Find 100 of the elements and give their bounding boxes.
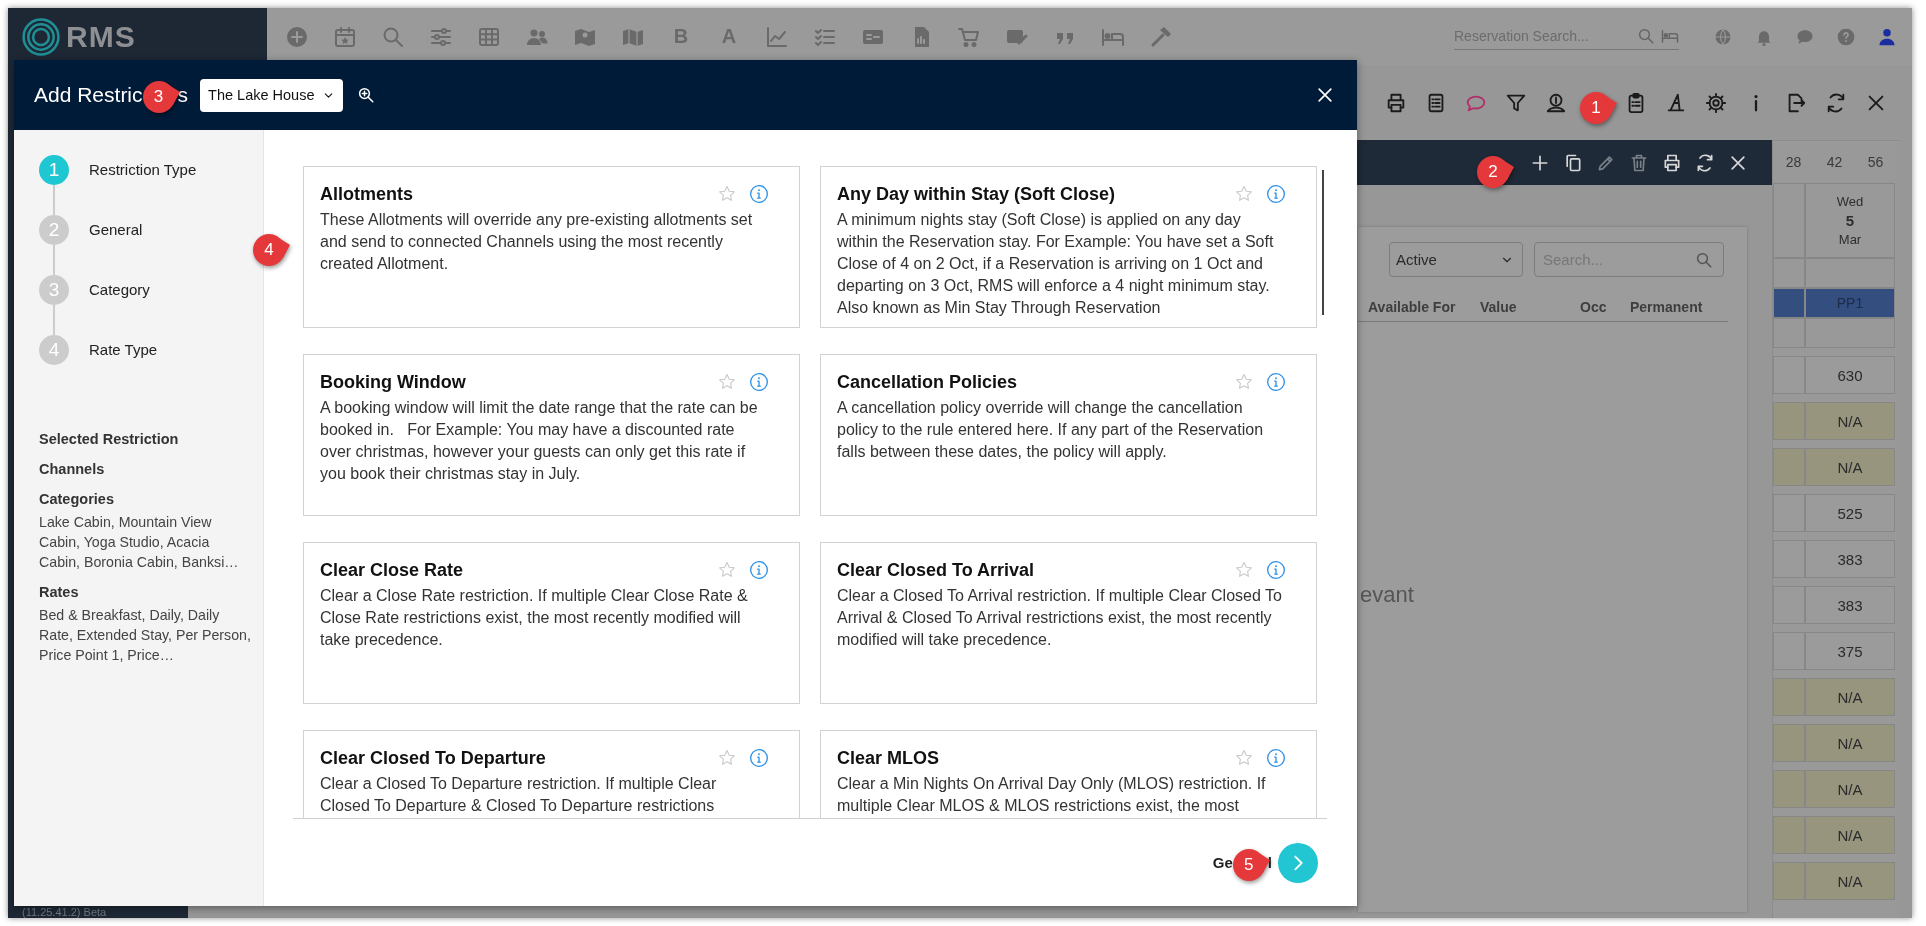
restriction-card[interactable]: Clear Closed To Departure Clear a Closed To Departure restriction. If multiple Clear Closed To Departure & Closed To Departure restrictions (303, 730, 800, 818)
globe-icon[interactable] (1713, 26, 1733, 47)
card-title: Any Day within Stay (Soft Close) (837, 183, 1117, 205)
user-icon[interactable] (1877, 26, 1897, 47)
copy-icon[interactable] (1563, 152, 1583, 173)
card-description: A booking window will limit the date range that the rate can be booked in. For Example: You may have a discounted rate over christmas, however your guests can only get this rate if you book their christmas stay in July. (320, 398, 759, 484)
calendar-cell[interactable]: 525 (1805, 494, 1895, 532)
close-icon[interactable] (1315, 85, 1335, 105)
calendar-cell[interactable]: 383 (1805, 586, 1895, 624)
summary-heading: Selected Restriction (39, 430, 180, 449)
card-description: A cancellation policy override will change the cancellation policy to the rule entered here. If any part of the Reservation falls between these dates, the policy will apply. (837, 398, 1265, 462)
search-icon[interactable] (1637, 27, 1655, 45)
summary-text: Bed & Breakfast, Daily, Daily Rate, Extended Stay, Per Person, Price Point 1, Price… (39, 606, 252, 665)
card-description: Clear a Close Rate restriction. If multiple Clear Close Rate & Close Rate restrictions exist, the most recently modified will take precedence. (320, 586, 749, 650)
card-title: Clear MLOS (837, 747, 941, 769)
column-header: Available For (1368, 299, 1457, 315)
bed-icon[interactable] (1661, 27, 1679, 45)
next-button[interactable] (1278, 842, 1318, 883)
star-icon[interactable] (1234, 184, 1254, 204)
calendar-cell[interactable]: N/A (1805, 724, 1895, 762)
zoom-in-icon[interactable] (357, 86, 376, 104)
info-icon[interactable] (749, 748, 769, 768)
sail-icon[interactable] (1665, 91, 1687, 114)
info-icon[interactable] (749, 560, 769, 580)
card-description: Clear a Closed To Departure restriction. If multiple Clear Closed To Departure & Closed To Departure restrictions (320, 774, 718, 816)
info-icon[interactable] (1266, 184, 1286, 204)
hammer-icon[interactable] (1149, 24, 1173, 49)
print-icon[interactable] (1385, 91, 1407, 114)
star-icon[interactable] (717, 560, 737, 580)
summary-heading: Channels (39, 460, 106, 479)
card-title: Clear Closed To Departure (320, 747, 547, 769)
calendar-cell[interactable]: N/A (1805, 862, 1895, 900)
calendar-cell[interactable]: N/A (1805, 448, 1895, 486)
chart-icon[interactable] (765, 24, 789, 49)
logo-text: RMS (66, 19, 136, 54)
card-title: Booking Window (320, 371, 467, 393)
info-icon[interactable] (1266, 372, 1286, 392)
restriction-card[interactable] (820, 166, 1317, 328)
info-icon[interactable] (1266, 560, 1286, 580)
calendar-icon[interactable] (333, 24, 357, 49)
calendar-cell[interactable]: N/A (1805, 402, 1895, 440)
calendar-cell[interactable]: 375 (1805, 632, 1895, 670)
scale-label: 56 (1867, 154, 1884, 170)
step-label[interactable]: Rate Type (89, 335, 158, 365)
calendar-cell[interactable]: N/A (1805, 770, 1895, 808)
summary-heading: Categories (39, 490, 115, 509)
calendar-cell[interactable]: 630 (1805, 356, 1895, 394)
info-icon[interactable] (749, 372, 769, 392)
step-label[interactable]: General (89, 215, 143, 275)
calendar-cell[interactable]: N/A (1805, 816, 1895, 854)
delete-icon[interactable] (1629, 152, 1649, 173)
restriction-card[interactable] (303, 354, 800, 516)
card-title: Clear Close Rate (320, 559, 465, 581)
star-icon[interactable] (1234, 748, 1254, 768)
info-icon[interactable] (749, 184, 769, 204)
print-icon[interactable] (1662, 152, 1682, 173)
step-label[interactable]: Restriction Type (89, 155, 197, 215)
help-icon[interactable] (1836, 26, 1856, 47)
card-title: Clear Closed To Arrival (837, 559, 1036, 581)
dialog-title: Add Restric (34, 83, 143, 107)
logo-icon (22, 17, 60, 56)
card-description: Clear a Closed To Arrival restriction. If multiple Clear Closed To Arrival & Closed To Arrival restrictions exist, the most recently modified will take precedence. (837, 586, 1283, 650)
coin-person-icon[interactable] (1545, 91, 1567, 114)
restriction-card[interactable]: Allotments These Allotments will override any pre-existing allotments set and send to connected Channels using the most recently created Allotment. (303, 166, 800, 328)
card-title: Allotments (320, 183, 414, 205)
column-header: Value (1480, 299, 1518, 315)
star-icon[interactable] (717, 372, 737, 392)
column-header: Occ (1580, 299, 1608, 315)
star-icon[interactable] (717, 748, 737, 768)
card-description: A minimum nights stay (Soft Close) is applied on any day within the Reservation stay. For Example: You have set a Soft Close of 4 on 2 Oct, if a Reservation is arriving on 1 Oct and departing on 3 Oct, RMS will enforce a 4 night minimum stay. Also known as Min Stay Through Reservation (837, 210, 1275, 318)
settings-icon[interactable] (1705, 91, 1727, 114)
scrollbar[interactable] (1322, 170, 1324, 315)
calendar-cell[interactable]: N/A (1805, 678, 1895, 716)
card-title: Cancellation Policies (837, 371, 1019, 393)
star-icon[interactable] (1234, 372, 1254, 392)
property-select[interactable]: The Lake House (200, 78, 344, 112)
next-step-label: Ge (1212, 854, 1233, 871)
next-step-label-end: l (1267, 854, 1272, 871)
rate-code-cell: PP1 (1805, 288, 1895, 318)
calendar-cell[interactable]: 383 (1805, 540, 1895, 578)
star-icon[interactable] (717, 184, 737, 204)
restriction-card[interactable]: Clear Close Rate Clear a Close Rate restriction. If multiple Clear Close Rate & Close Rate restrictions exist, the most recently modified will take precedence. (303, 542, 800, 704)
status-select[interactable]: Active (1389, 242, 1523, 277)
refresh-icon[interactable] (1695, 152, 1715, 173)
scale-label: 28 (1785, 154, 1802, 170)
restriction-card[interactable]: Cancellation Policies A cancellation policy override will change the cancellation policy to the rule entered here. If any part of the Reservation falls between these dates, the policy will apply. (820, 354, 1317, 516)
summary-text: Lake Cabin, Mountain View Cabin, Yoga Studio, Acacia Cabin, Boronia Cabin, Banksi… (39, 513, 240, 572)
version-text: (11.25.41.2) Beta (21, 906, 107, 918)
step-label[interactable]: Category (89, 275, 150, 335)
info-icon[interactable] (1266, 748, 1286, 768)
star-icon[interactable] (1234, 560, 1254, 580)
restriction-card[interactable]: Clear Closed To Arrival Clear a Closed To Arrival restriction. If multiple Clear Closed To Arrival & Closed To Arrival restrictions exist, the most recently modified will take precedence. (820, 542, 1317, 704)
search-icon (1695, 250, 1713, 269)
refresh-icon[interactable] (1825, 91, 1847, 114)
summary-heading: Rates (39, 583, 80, 602)
card-description: Clear a Min Nights On Arrival Day Only (MLOS) restriction. If multiple Clear MLOS & MLOS restrictions exist, the most (837, 774, 1267, 816)
dialog-title-end: s (177, 83, 189, 107)
empty-message: evant (1359, 582, 1415, 608)
card-description: These Allotments will override any pre-existing allotments set and send to connected Channels using the most recently created Allotment. (320, 210, 754, 274)
scale-label: 42 (1826, 154, 1843, 170)
